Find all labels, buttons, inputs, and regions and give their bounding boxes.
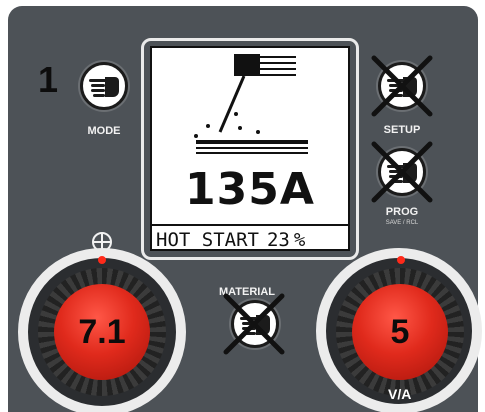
disabled-cross-icon [223, 293, 285, 355]
mode-button[interactable] [80, 62, 128, 110]
left-knob-value: 7.1 [78, 312, 126, 351]
right-knob[interactable]: 5 [352, 284, 448, 380]
status-label: HOT START [156, 228, 259, 251]
disabled-cross-icon [371, 141, 433, 203]
right-knob-indicator [397, 256, 405, 264]
prog-sublabel: SAVE / RCL [385, 220, 419, 226]
status-line: HOT START 23 % [152, 224, 348, 251]
right-knob-value: 5 [390, 312, 410, 351]
current-readout: 135A [185, 164, 315, 215]
status-value: 23 [266, 228, 290, 251]
disabled-cross-icon [371, 55, 433, 117]
left-knob-indicator [98, 256, 106, 264]
prog-label: PROG [385, 206, 419, 218]
setup-label: SETUP [383, 124, 421, 136]
stick-welding-icon [194, 54, 308, 154]
va-label: V/A [388, 386, 412, 402]
left-knob[interactable]: 7.1 [54, 284, 150, 380]
mode-label: MODE [87, 125, 121, 137]
step-number: 1 [38, 59, 59, 100]
lcd-display: 135A HOT START 23 % [150, 46, 350, 251]
hand-icon [89, 77, 119, 97]
status-unit: % [293, 228, 306, 251]
